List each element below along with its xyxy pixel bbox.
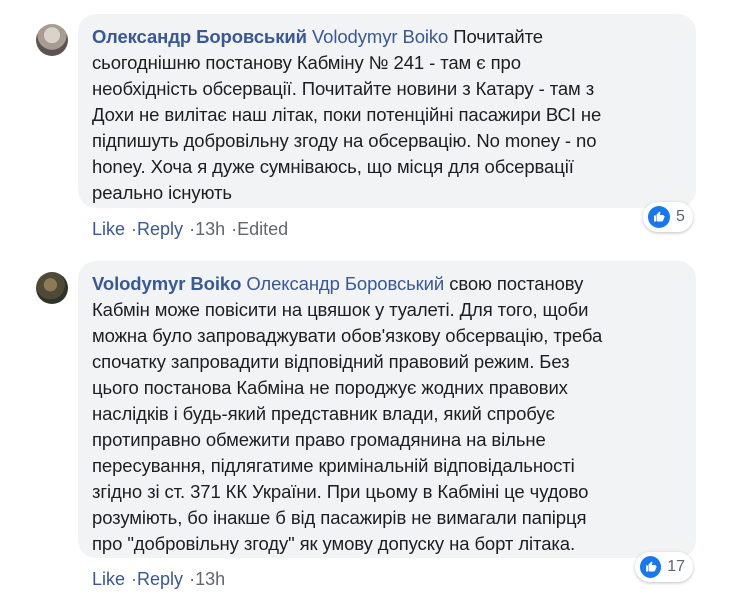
comment-line: наслідків і будь-який представник влади,… <box>92 403 555 424</box>
timestamp[interactable]: 13h <box>195 219 225 239</box>
comment-line: необхідність обсервації. Почитайте новин… <box>92 78 595 99</box>
comment-line: про "добровільну згоду" як умову допуску… <box>92 533 576 554</box>
reaction-summary[interactable]: 5 <box>643 202 693 232</box>
comment-line: Дохи не вилітає наш літак, поки потенцій… <box>92 104 602 125</box>
comment-line: Кабмін може повісити на цвяшок у туалеті… <box>92 299 589 320</box>
reply-button[interactable]: Reply <box>137 569 183 589</box>
comment-line: розуміють, бо інакше б від пасажирів не … <box>92 507 587 528</box>
comment-bubble: Volodymyr Boiko Олександр Боровський сво… <box>78 261 696 558</box>
comment-line: сьогоднішню постанову Кабміну № 241 - та… <box>92 52 521 73</box>
comment-line: спочатку запровадити відповідний правови… <box>92 351 570 372</box>
mention-link[interactable]: Олександр Боровський <box>246 273 444 294</box>
comment-line: реально існують <box>92 182 232 203</box>
like-button[interactable]: Like <box>92 569 125 589</box>
reaction-summary[interactable]: 17 <box>635 552 693 582</box>
comment-line: Олександр Боровський Volodymyr Boiko Поч… <box>92 24 682 50</box>
like-icon <box>648 206 670 228</box>
comment-line: згідно зі ст. 371 КК України. При цьому … <box>92 481 589 502</box>
comment-line: цього постанова Кабміна не породжує жодн… <box>92 377 568 398</box>
like-button[interactable]: Like <box>92 219 125 239</box>
comment-author[interactable]: Volodymyr Boiko <box>92 273 241 294</box>
like-icon <box>640 556 662 578</box>
comment-text: свою постанову <box>449 273 584 294</box>
mention-link[interactable]: Volodymyr Boiko <box>312 26 448 47</box>
reaction-count: 5 <box>676 208 685 225</box>
avatar[interactable] <box>36 24 68 56</box>
avatar[interactable] <box>36 272 68 304</box>
timestamp[interactable]: 13h <box>195 569 225 589</box>
comment-text: Почитайте <box>453 26 543 47</box>
reply-button[interactable]: Reply <box>137 219 183 239</box>
comment-actions: Like ·Reply ·13h <box>92 569 225 590</box>
comment-line: протиправно обмежити право громадянина н… <box>92 429 546 450</box>
comment-line: можна було запроваджувати обов'язкову об… <box>92 325 603 346</box>
comment-author[interactable]: Олександр Боровський <box>92 26 307 47</box>
comment-actions: Like ·Reply ·13h ·Edited <box>92 219 288 240</box>
reaction-count: 17 <box>667 558 685 575</box>
comment-bubble: Олександр Боровський Volodymyr Boiko Поч… <box>78 14 696 208</box>
comment-line: підпишуть добровільну згоду на обсерваці… <box>92 130 597 151</box>
comment-line: пересування, підлягатиме кримінальній ві… <box>92 455 575 476</box>
comment-line: honey. Хоча я дуже сумніваюсь, що місця … <box>92 156 574 177</box>
comment-line: Volodymyr Boiko Олександр Боровський сво… <box>92 271 682 297</box>
edited-label[interactable]: Edited <box>237 219 288 239</box>
